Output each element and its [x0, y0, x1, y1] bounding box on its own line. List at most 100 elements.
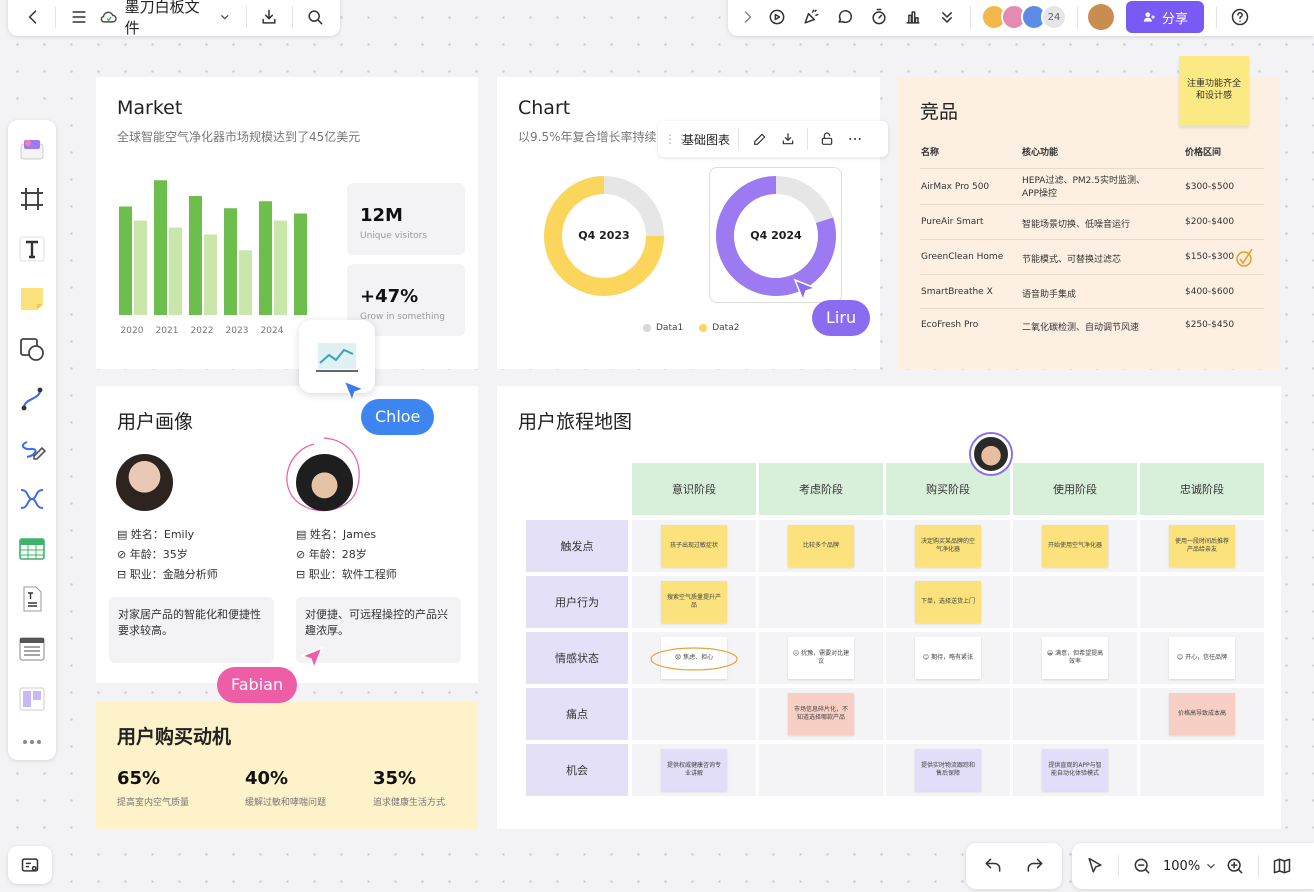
import-icon[interactable] — [253, 0, 286, 34]
persona-title: 用户画像 — [117, 411, 194, 433]
chart-toolbar: ⋮⋮ 基础图表 — [658, 121, 888, 157]
vote-icon[interactable] — [896, 0, 930, 34]
zoom-level[interactable]: 100% — [1163, 859, 1200, 874]
minimap-button[interactable] — [8, 846, 52, 884]
template-icon[interactable] — [15, 132, 49, 166]
divider — [738, 128, 740, 150]
sticky-note[interactable]: 😀 满意，但希望提高效率 — [1042, 637, 1108, 679]
kanban-icon[interactable] — [15, 682, 49, 716]
avatar — [296, 454, 353, 511]
stage-header: 使用阶段 — [1013, 463, 1137, 515]
top-left-toolbar: 墨刀白板文件 — [8, 0, 340, 38]
drag-handle-icon[interactable]: ⋮⋮ — [664, 132, 688, 146]
menu-icon[interactable] — [62, 0, 95, 34]
divider — [55, 6, 57, 28]
zoom-out-icon[interactable] — [1125, 849, 1159, 883]
select-cursor-icon[interactable] — [1078, 849, 1112, 883]
donut-label: Q4 2024 — [750, 229, 802, 242]
top-right-toolbar: 24 分享 — [728, 0, 1314, 36]
celebrate-icon[interactable] — [794, 0, 828, 34]
shape-icon[interactable] — [15, 332, 49, 366]
bar — [204, 234, 217, 315]
frame-icon[interactable] — [15, 182, 49, 216]
divider — [1118, 855, 1119, 877]
list-icon[interactable] — [15, 632, 49, 666]
competitor-title: 竞品 — [920, 101, 959, 123]
sticky-note[interactable]: 😊 期待，略有紧张 — [915, 637, 981, 679]
my-avatar[interactable] — [1088, 4, 1114, 30]
sticky-note-icon[interactable] — [15, 282, 49, 316]
text-icon[interactable] — [15, 232, 49, 266]
divider — [245, 6, 247, 28]
stat-value: 12M — [360, 205, 403, 226]
bar — [259, 201, 272, 315]
cursor-label-chloe: Chloe — [361, 399, 435, 435]
document-icon[interactable] — [15, 582, 49, 616]
pen-icon[interactable] — [15, 432, 49, 466]
timer-icon[interactable] — [862, 0, 896, 34]
bar — [119, 206, 132, 315]
legend-item: Data1 — [643, 323, 683, 333]
x-tick-label: 2020 — [121, 326, 144, 336]
collapse-icon[interactable] — [736, 0, 760, 34]
sticky-note[interactable]: 提供权威健康咨询专业讲解 — [661, 749, 727, 791]
chart-type-label[interactable]: 基础图表 — [682, 131, 730, 148]
sticky-note[interactable]: 提供直观的APP与智能自动化体验模式 — [1042, 749, 1108, 791]
divider — [970, 6, 971, 28]
more-horizontal-icon[interactable] — [842, 122, 868, 156]
table-row: GreenClean Home 节能模式、可替换过滤芯 $150-$300 — [920, 240, 1264, 275]
sticky-note[interactable]: 价格高导致成本高 — [1169, 693, 1235, 735]
sticky-note[interactable]: 使用一段时间后推荐产品给亲友 — [1169, 525, 1235, 567]
table-icon[interactable] — [15, 532, 49, 566]
sticky-note[interactable]: 😐 犹豫，需要对比建议 — [788, 637, 854, 679]
redo-icon[interactable] — [1018, 849, 1052, 883]
user-job: ⊟ 职业：金融分析师 — [117, 568, 218, 581]
play-icon[interactable] — [760, 0, 794, 34]
lock-icon[interactable] — [812, 122, 842, 156]
connector-icon[interactable] — [15, 382, 49, 416]
more-icon[interactable] — [15, 732, 49, 752]
chevron-down-icon[interactable] — [1204, 859, 1218, 873]
sticky-note[interactable]: 市场信息碎片化，不知道选择哪款产品 — [788, 693, 854, 735]
more-down-icon[interactable] — [930, 0, 964, 34]
header-price: 价格区间 — [1185, 148, 1222, 158]
sticky-note[interactable]: 下单，选择送货上门 — [915, 581, 981, 623]
search-icon[interactable] — [299, 0, 332, 34]
sticky-note[interactable]: 开始使用空气净化器 — [1042, 525, 1108, 567]
help-icon[interactable] — [1223, 0, 1257, 34]
journey-title: 用户旅程地图 — [518, 411, 633, 433]
cursor-icon — [300, 646, 324, 670]
legend-item: Data2 — [699, 323, 739, 333]
sticky-note[interactable]: 提供实时物流跟踪和售后保障 — [915, 749, 981, 791]
file-name-button[interactable]: 墨刀白板文件 — [99, 0, 232, 38]
sticky-note[interactable]: 😊 开心，信任品牌 — [1169, 637, 1235, 679]
cursor-label-fabian: Fabian — [217, 667, 298, 703]
back-icon[interactable] — [16, 0, 49, 34]
stat-card: 12M Unique visitors — [347, 183, 465, 255]
user-description: 对家居产品的智能化和便捷性要求较高。 — [109, 597, 274, 663]
journey-cell — [632, 688, 756, 740]
edit-icon[interactable] — [747, 122, 773, 156]
sticky-note[interactable]: 比较多个品牌 — [788, 525, 854, 567]
comment-icon[interactable] — [828, 0, 862, 34]
download-icon[interactable] — [773, 122, 803, 156]
sticky-note[interactable]: 注重功能齐全和设计感 — [1179, 56, 1249, 126]
chart-legend: Data1 Data2 — [643, 323, 739, 333]
x-tick-label: 2024 — [261, 326, 284, 336]
bar — [294, 213, 307, 315]
undo-icon[interactable] — [976, 849, 1010, 883]
motivation-card[interactable]: 用户购买动机 65% 提高室内空气质量 40% 缓解过敏和哮喘问题 35% 追求健康生… — [96, 702, 478, 829]
journey-cell — [1013, 576, 1137, 628]
stage-header: 忠诚阶段 — [1140, 463, 1264, 515]
collaborator-avatars[interactable]: 24 — [981, 4, 1067, 30]
sticky-note[interactable]: 决定购买某品牌的空气净化器 — [915, 525, 981, 567]
sticky-note[interactable]: 搜索空气质量提升产品 — [661, 581, 727, 623]
donut-label: Q4 2023 — [578, 229, 630, 242]
avatar — [116, 454, 173, 511]
zoom-in-icon[interactable] — [1218, 849, 1252, 883]
mindmap-icon[interactable] — [15, 482, 49, 516]
bar — [224, 208, 237, 315]
map-icon[interactable] — [1265, 849, 1299, 883]
sticky-note[interactable]: 孩子出现过敏症状 — [661, 525, 727, 567]
share-button[interactable]: 分享 — [1126, 1, 1204, 33]
